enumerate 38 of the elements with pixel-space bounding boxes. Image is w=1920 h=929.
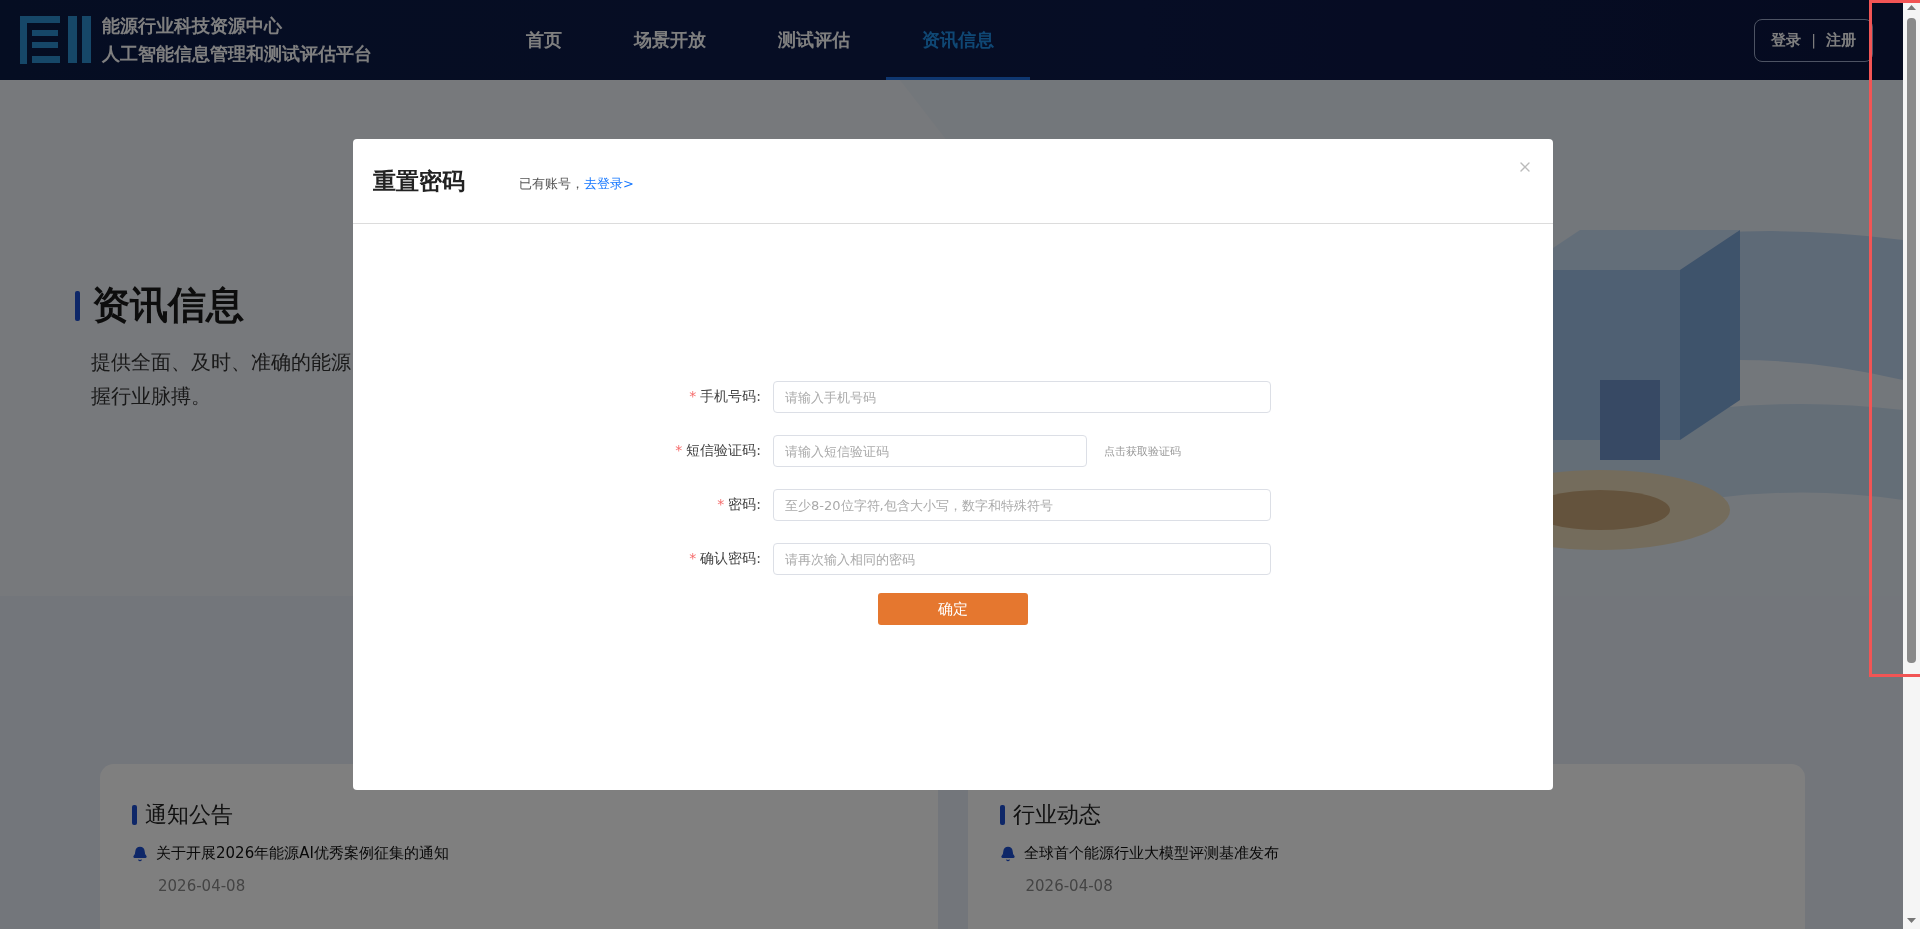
- input-field[interactable]: 请输入手机号码: [773, 381, 1271, 413]
- news-date: 2026-04-08: [1025, 877, 1114, 895]
- field-label: * 密码:: [716, 496, 762, 514]
- news-date: 2026-04-08: [158, 877, 247, 895]
- logo-icon: [20, 14, 92, 66]
- confirm-button[interactable]: 确定: [878, 593, 1028, 625]
- news-title[interactable]: 关于开展2026年能源AI优秀案例征集的通知: [156, 844, 449, 863]
- brand-title: 能源行业科技资源中心: [102, 14, 283, 38]
- hero-title: 资讯信息: [92, 282, 244, 329]
- separator: |: [1811, 32, 1816, 48]
- field-label: * 确认密码:: [688, 550, 762, 568]
- login-link[interactable]: 登录: [1771, 30, 1802, 50]
- input-field[interactable]: 请输入短信验证码: [773, 435, 1087, 467]
- bell-icon: [132, 845, 148, 862]
- accent-bar: [75, 290, 80, 321]
- input-field[interactable]: 请再次输入相同的密码: [773, 543, 1271, 575]
- card-title: 行业动态: [1012, 801, 1101, 829]
- login-link[interactable]: 去登录>: [584, 176, 634, 191]
- field-label: * 短信验证码:: [674, 442, 762, 460]
- brand-title: 人工智能信息管理和测试评估平台: [102, 42, 372, 66]
- field-label: * 手机号码:: [688, 388, 762, 406]
- nav-tab[interactable]: 首页: [490, 0, 598, 80]
- nav-tab[interactable]: 场景开放: [598, 0, 742, 80]
- input-field[interactable]: 至少8-20位字符,包含大小写，数字和特殊符号: [773, 489, 1271, 521]
- news-title[interactable]: 全球首个能源行业大模型评测基准发布: [1023, 844, 1279, 863]
- register-link[interactable]: 注册: [1826, 30, 1856, 50]
- account-prompt: 已有账号，去登录>: [519, 175, 634, 193]
- scrollbar[interactable]: [1903, 0, 1920, 929]
- hero-description: 握行业脉搏。: [90, 383, 211, 410]
- bell-icon: [999, 845, 1016, 862]
- get-code-link[interactable]: 点击获取验证码: [1104, 443, 1181, 459]
- accent-bar: [132, 805, 137, 825]
- accent-bar: [999, 805, 1005, 825]
- nav-tab[interactable]: 测试评估: [742, 0, 886, 80]
- auth-button[interactable]: 登录 | 注册: [1754, 18, 1873, 62]
- hero-description: 提供全面、及时、准确的能源: [90, 349, 351, 376]
- card-title: 通知公告: [145, 801, 233, 829]
- dialog-title: 重置密码: [373, 166, 466, 196]
